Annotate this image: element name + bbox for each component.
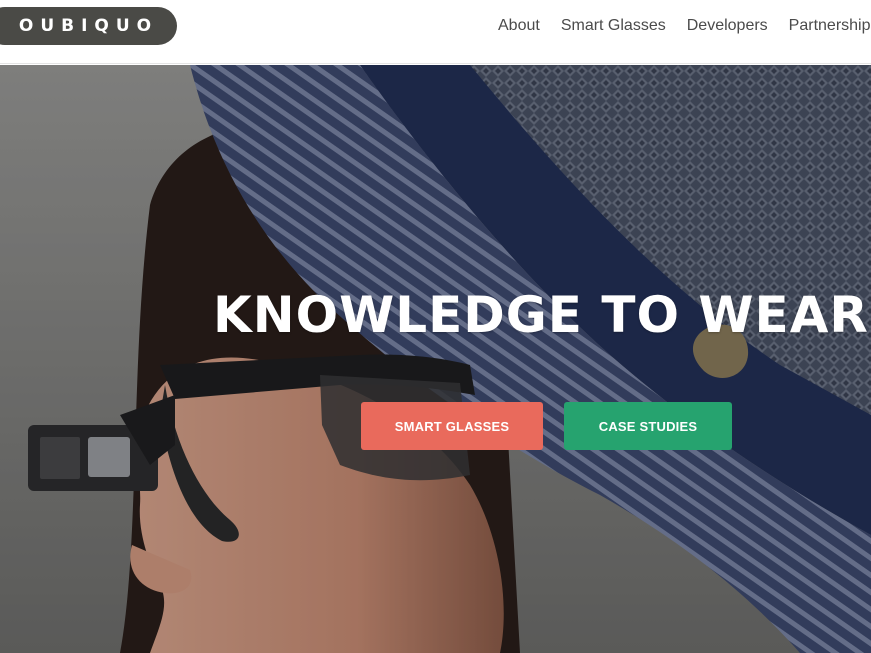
nav-link-about[interactable]: About: [498, 16, 540, 36]
hero-section: KNOWLEDGE TO WEAR SMART GLASSES CASE STU…: [0, 65, 871, 653]
case-studies-button[interactable]: CASE STUDIES: [564, 402, 732, 450]
nav-link-developers[interactable]: Developers: [687, 16, 768, 36]
nav-link-partnerships[interactable]: Partnerships: [789, 16, 871, 36]
top-navigation-bar: OUBIQUO About Smart Glasses Developers P…: [0, 0, 871, 64]
nav-link-smart-glasses[interactable]: Smart Glasses: [561, 16, 666, 36]
hero-overlay: [0, 65, 871, 653]
main-navigation: About Smart Glasses Developers Partnersh…: [498, 16, 871, 36]
logo-text: OUBIQUO: [18, 16, 159, 36]
hero-headline: KNOWLEDGE TO WEAR: [213, 286, 869, 344]
logo[interactable]: OUBIQUO: [0, 7, 177, 45]
smart-glasses-button[interactable]: SMART GLASSES: [361, 402, 543, 450]
